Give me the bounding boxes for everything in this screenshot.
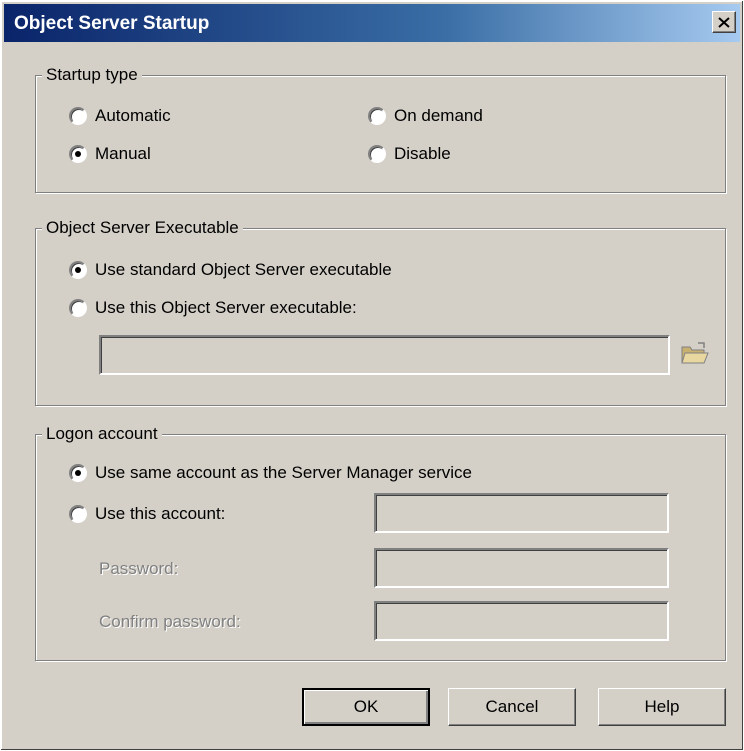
close-button[interactable]	[712, 11, 736, 33]
radio-automatic-indicator	[69, 107, 87, 125]
radio-standard-executable-indicator	[69, 261, 87, 279]
executable-path-field[interactable]	[99, 335, 670, 375]
radio-automatic-label: Automatic	[95, 106, 171, 125]
radio-automatic[interactable]: Automatic	[69, 106, 171, 126]
radio-custom-executable-label: Use this Object Server executable:	[95, 298, 357, 317]
startup-type-legend: Startup type	[42, 64, 142, 86]
executable-legend: Object Server Executable	[42, 217, 243, 239]
account-field[interactable]	[374, 493, 669, 533]
radio-standard-executable-label: Use standard Object Server executable	[95, 260, 392, 279]
confirm-password-label: Confirm password:	[99, 612, 241, 631]
confirm-password-field[interactable]	[374, 601, 669, 641]
window-title: Object Server Startup	[14, 13, 210, 34]
radio-on-demand-label: On demand	[394, 106, 483, 125]
radio-manual-indicator	[69, 145, 87, 163]
radio-custom-executable-indicator	[69, 299, 87, 317]
cancel-button[interactable]: Cancel	[448, 688, 576, 726]
radio-disable[interactable]: Disable	[368, 144, 451, 164]
radio-this-account[interactable]: Use this account:	[69, 504, 225, 524]
radio-same-account[interactable]: Use same account as the Server Manager s…	[69, 463, 472, 483]
ok-button[interactable]: OK	[302, 688, 430, 726]
radio-same-account-label: Use same account as the Server Manager s…	[95, 463, 473, 482]
radio-disable-label: Disable	[394, 144, 451, 163]
radio-on-demand[interactable]: On demand	[368, 106, 483, 126]
radio-manual[interactable]: Manual	[69, 144, 151, 164]
password-field[interactable]	[374, 548, 669, 588]
logon-account-legend: Logon account	[42, 423, 162, 445]
radio-disable-indicator	[368, 145, 386, 163]
help-button[interactable]: Help	[598, 688, 726, 726]
radio-standard-executable[interactable]: Use standard Object Server executable	[69, 260, 392, 280]
radio-this-account-indicator	[69, 505, 87, 523]
radio-this-account-label: Use this account:	[95, 504, 226, 523]
folder-open-icon[interactable]	[680, 341, 710, 367]
title-bar: Object Server Startup	[4, 4, 740, 42]
radio-same-account-indicator	[69, 464, 87, 482]
radio-custom-executable[interactable]: Use this Object Server executable:	[69, 298, 357, 318]
password-label: Password:	[99, 559, 179, 578]
close-icon	[718, 16, 730, 28]
radio-on-demand-indicator	[368, 107, 386, 125]
startup-type-group: Startup type	[35, 64, 726, 193]
radio-manual-label: Manual	[95, 144, 151, 163]
